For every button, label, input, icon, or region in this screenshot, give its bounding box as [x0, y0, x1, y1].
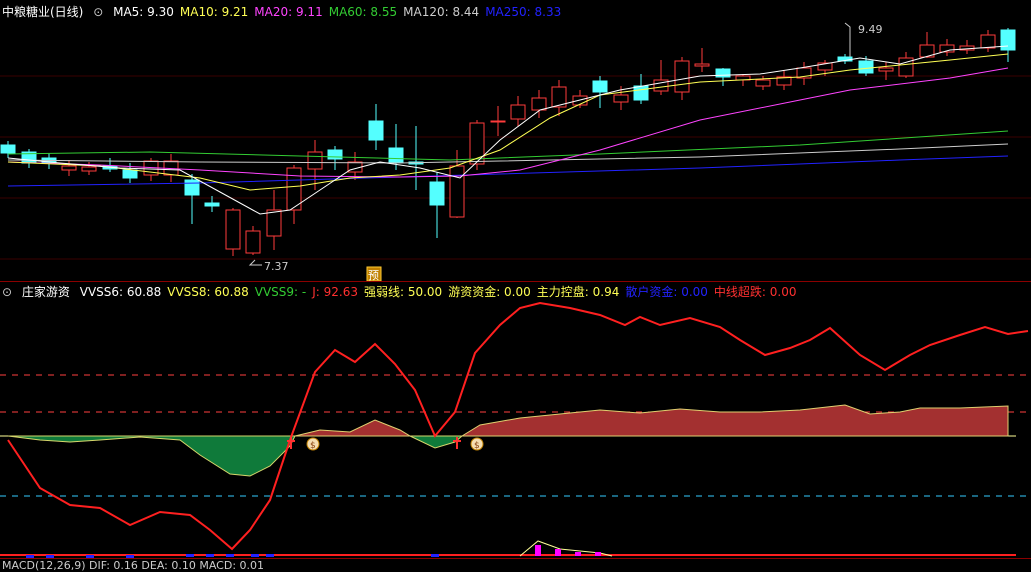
candle-body: [61, 165, 77, 171]
candle-body: [327, 149, 343, 160]
ma-legend: MA5: 9.30 MA10: 9.21 MA20: 9.11 MA60: 8.55 M…: [113, 5, 567, 19]
high-marker-line: [844, 22, 851, 57]
candle-body: [980, 34, 996, 49]
candle-body: [429, 181, 445, 206]
candle-body: [122, 169, 138, 179]
red-fill-area: [294, 419, 412, 437]
candle-body: [1000, 29, 1016, 51]
candle-body: [0, 144, 16, 154]
red-fill-area-2: [460, 404, 1009, 437]
blue-volume-bar: [226, 554, 234, 557]
panel-divider: [0, 281, 1031, 282]
indicator-value-3: J: 92.63: [312, 285, 358, 299]
indicator-value-0: VVSS6: 60.88: [79, 285, 162, 299]
ma-label-5: MA250: 8.33: [485, 5, 562, 19]
candle-body: [592, 80, 608, 93]
candle-body: [184, 179, 200, 196]
high-price-label: 9.49: [858, 23, 883, 36]
indicator-value-4: 强弱线: 50.00: [363, 285, 443, 299]
green-fill-area: [7, 435, 296, 477]
indicator-value-1: VVSS8: 60.88: [167, 285, 249, 299]
settings-circle-icon[interactable]: ⊙: [93, 5, 103, 19]
candle-body: [531, 97, 547, 111]
macd-panel-header: MACD(12,26,9) DIF: 0.16 DEA: 0.10 MACD: …: [2, 560, 270, 572]
magenta-hist-bar: [555, 549, 561, 556]
ma-label-3: MA60: 8.55: [328, 5, 398, 19]
money-bag-icon-symbol: $: [310, 441, 316, 451]
candle-body: [204, 202, 220, 207]
candle-body: [307, 151, 323, 170]
magenta-hist-bar: [595, 552, 601, 556]
candle-body: [368, 120, 384, 141]
indicator-title[interactable]: 庄家游资: [22, 285, 70, 299]
candle-body: [674, 60, 690, 93]
ma-label-1: MA10: 9.21: [179, 5, 249, 19]
ma-label-4: MA120: 8.44: [403, 5, 480, 19]
candle-body: [245, 230, 261, 254]
blue-volume-bar: [266, 554, 274, 557]
magenta-hist-bar: [575, 552, 581, 556]
candle-body: [858, 60, 874, 74]
blue-volume-bar: [206, 554, 214, 557]
candle-body: [449, 165, 465, 218]
candle-body: [490, 120, 506, 123]
candle-body: [510, 104, 526, 120]
candle-body: [694, 63, 710, 67]
blue-volume-bar: [431, 554, 439, 557]
ma5-line: [7, 45, 1009, 215]
indicator-value-6: 主力控盘: 0.94: [536, 285, 620, 299]
candle-body: [225, 209, 241, 250]
money-bag-icon-symbol: $: [474, 441, 480, 451]
ma-label-2: MA20: 9.11: [254, 5, 323, 19]
ma60-line: [7, 130, 1009, 161]
chart-window[interactable]: 9.49 7.37 预 $ $ 中粮糖业(日线) ⊙ MA5: 9.30 MA10: 9.…: [0, 0, 1031, 572]
blue-volume-bar: [186, 554, 194, 557]
candle-body: [878, 67, 894, 72]
candle-body: [266, 209, 282, 237]
candle-body: [613, 94, 629, 103]
ma120-line: [7, 143, 1009, 164]
indicator-value-2: VVSS9: -: [254, 285, 307, 299]
stock-name[interactable]: 中粮糖业(日线): [2, 5, 83, 19]
low-marker-line: [248, 259, 262, 266]
indicator-panel-header: ⊙ 庄家游资 VVSS6: 60.88 VVSS8: 60.88 VVSS9: - J…: [2, 283, 809, 301]
indicator-value-5: 游资资金: 0.00: [448, 285, 531, 299]
ma-label-0: MA5: 9.30: [113, 5, 174, 19]
candle-body: [633, 85, 649, 101]
blue-volume-bar: [251, 554, 259, 557]
indicator-value-7: 散户资金: 0.00: [625, 285, 708, 299]
indicator-value-8: 中线超跌: 0.00: [713, 285, 797, 299]
low-price-label: 7.37: [264, 260, 289, 273]
magenta-hist-bar: [535, 545, 541, 556]
macd-label[interactable]: MACD(12,26,9) DIF: 0.16 DEA: 0.10 MACD: …: [2, 559, 264, 572]
candle-body: [81, 166, 97, 172]
indicator-legend: VVSS6: 60.88 VVSS8: 60.88 VVSS9: - J: 92.63…: [80, 285, 803, 299]
candle-body: [388, 147, 404, 163]
price-panel-header: 中粮糖业(日线) ⊙ MA5: 9.30 MA10: 9.21 MA20: 9.11…: [2, 3, 573, 21]
settings-circle-icon[interactable]: ⊙: [2, 285, 12, 299]
candle-body: [755, 79, 771, 87]
